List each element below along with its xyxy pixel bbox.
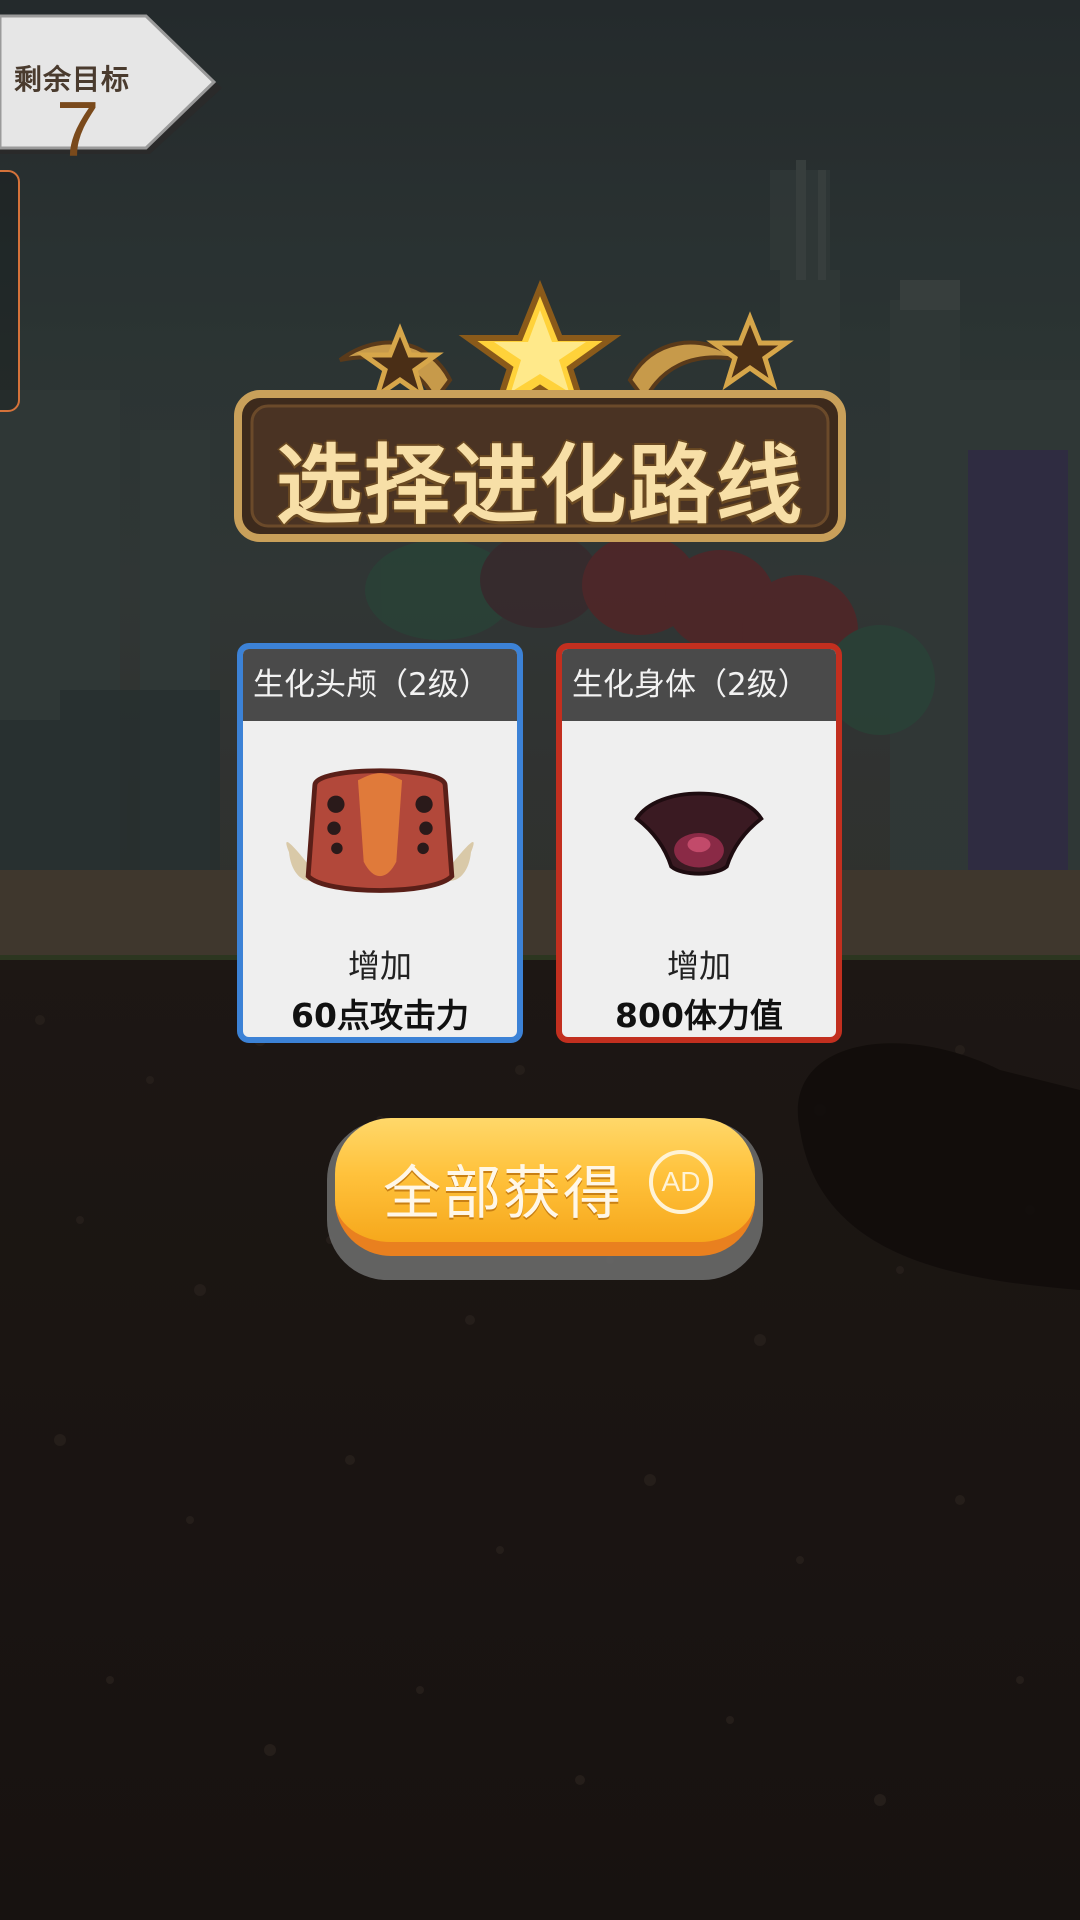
- get-all-button-label: 全部获得: [383, 1159, 624, 1227]
- card-bonus-value: 60点攻击力: [291, 996, 469, 1035]
- page-title: 选择进化路线: [276, 436, 804, 536]
- evolution-option-skull[interactable]: 生化头颅（2级） 增加 60点攻击力: [237, 643, 523, 1043]
- bio-skull-icon: [286, 768, 474, 893]
- ad-icon: AD: [649, 1150, 713, 1214]
- bio-body-icon: [634, 791, 764, 876]
- remaining-target-badge: 剩余目标 7: [0, 14, 240, 173]
- card-header: 生化头颅（2级）: [243, 649, 517, 721]
- side-drawer-tab[interactable]: [0, 170, 20, 412]
- evolution-title-banner: 选择进化路线: [230, 279, 850, 550]
- card-increase-label: 增加: [666, 947, 731, 985]
- card-bonus-value: 800体力值: [615, 996, 783, 1035]
- card-increase-label: 增加: [347, 947, 412, 985]
- evolution-option-body[interactable]: 生化身体（2级） 增加 800体力值: [556, 643, 842, 1043]
- remaining-target-count: 7: [56, 85, 100, 173]
- card-header: 生化身体（2级）: [562, 649, 836, 721]
- get-all-button[interactable]: 全部获得 AD: [335, 1118, 755, 1256]
